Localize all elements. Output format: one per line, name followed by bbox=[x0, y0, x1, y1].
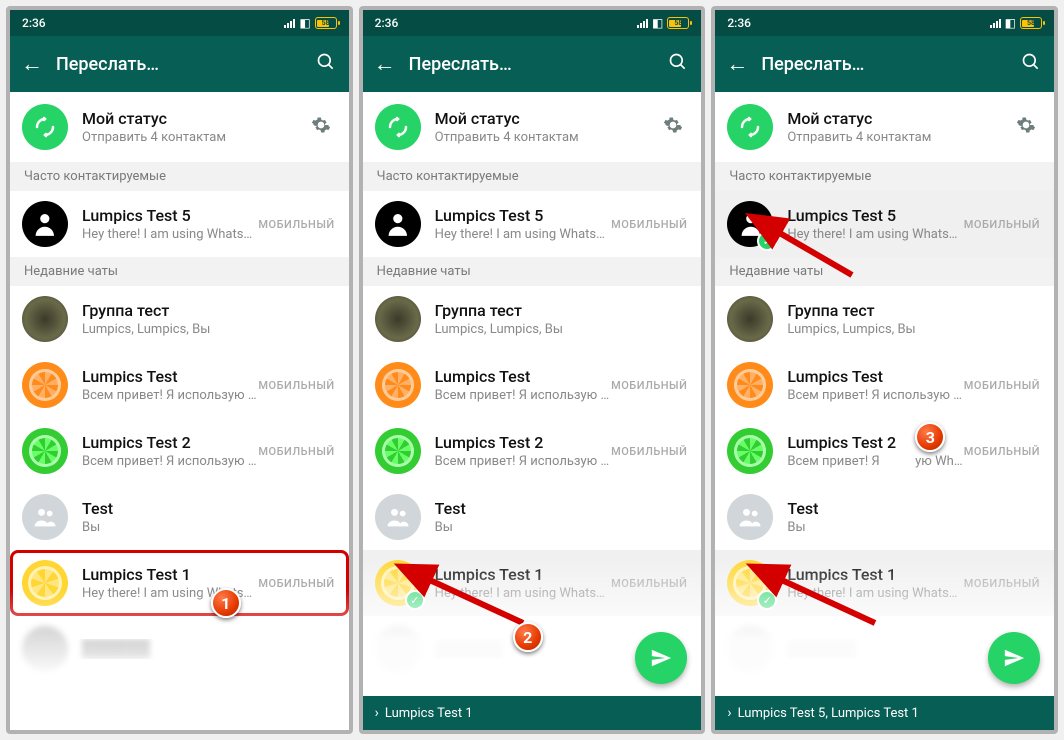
avatar bbox=[22, 560, 68, 606]
my-status-row[interactable]: Мой статус Отправить 4 контактам bbox=[715, 92, 1054, 162]
wifi-icon: ◧ bbox=[652, 16, 663, 30]
avatar bbox=[727, 296, 773, 342]
contact-lumpics2[interactable]: Lumpics Test 2 Всем привет! Я использую … bbox=[363, 418, 702, 484]
contact-lumpics[interactable]: Lumpics Test Всем привет! Я использую Wh… bbox=[363, 352, 702, 418]
selection-text: Lumpics Test 1 bbox=[385, 706, 473, 721]
my-status-subtitle: Отправить 4 контактам bbox=[82, 130, 307, 145]
search-icon[interactable] bbox=[663, 52, 693, 77]
avatar bbox=[375, 626, 421, 672]
contact-blurred: ██████ bbox=[10, 616, 349, 682]
battery-icon: 58 bbox=[667, 17, 689, 29]
avatar bbox=[375, 201, 421, 247]
signal-icon bbox=[284, 19, 295, 28]
avatar bbox=[727, 428, 773, 474]
contact-lumpics2[interactable]: Lumpics Test 2 Всем привет! Я использую … bbox=[10, 418, 349, 484]
check-icon: ✓ bbox=[757, 231, 777, 251]
avatar bbox=[727, 362, 773, 408]
section-frequent: Часто контактируемые bbox=[10, 162, 349, 191]
chevron-right-icon: › bbox=[727, 705, 731, 721]
send-button[interactable] bbox=[988, 632, 1040, 684]
avatar bbox=[727, 626, 773, 672]
section-recent: Недавние чаты bbox=[10, 257, 349, 286]
app-bar: ← Переслать… bbox=[363, 36, 702, 92]
send-button[interactable] bbox=[635, 632, 687, 684]
search-icon[interactable] bbox=[311, 52, 341, 77]
avatar: ✓ bbox=[375, 560, 421, 606]
contact-test[interactable]: Test Вы bbox=[363, 484, 702, 550]
my-status-row[interactable]: Мой статус Отправить 4 контактам bbox=[10, 92, 349, 162]
avatar bbox=[727, 494, 773, 540]
avatar bbox=[22, 494, 68, 540]
battery-icon: 58 bbox=[1020, 17, 1042, 29]
screen-1: 2:36 ◧ 58 ← Переслать… Мой статус Отправ… bbox=[6, 6, 353, 734]
status-bar: 2:36 ◧ 58 bbox=[715, 10, 1054, 36]
screen-2: 2:36 ◧ 58 ← Переслать… Мой статус Отправ… bbox=[359, 6, 706, 734]
settings-icon[interactable] bbox=[659, 115, 687, 140]
contact-lumpics[interactable]: Lumpics Test Всем привет! Я использую Wh… bbox=[715, 352, 1054, 418]
check-icon: ✓ bbox=[757, 590, 777, 610]
contact-group[interactable]: Группа тест Lumpics, Lumpics, Вы bbox=[363, 286, 702, 352]
screen-3: 2:36 ◧ 58 ← Переслать… Мой статус Отправ… bbox=[711, 6, 1058, 734]
contact-test5[interactable]: Lumpics Test 5 Hey there! I am using Wha… bbox=[363, 191, 702, 257]
avatar bbox=[22, 296, 68, 342]
search-icon[interactable] bbox=[1016, 52, 1046, 77]
avatar bbox=[22, 626, 68, 672]
my-status-row[interactable]: Мой статус Отправить 4 контактам bbox=[363, 92, 702, 162]
avatar: ✓ bbox=[727, 201, 773, 247]
signal-icon bbox=[637, 19, 648, 28]
status-avatar bbox=[727, 104, 773, 150]
contact-test5-selected[interactable]: ✓ Lumpics Test 5 Hey there! I am using W… bbox=[715, 191, 1054, 257]
contact-test1-highlighted[interactable]: Lumpics Test 1 Hey there! I am using Wha… bbox=[10, 550, 349, 616]
back-button[interactable]: ← bbox=[371, 51, 399, 77]
selection-text: Lumpics Test 5, Lumpics Test 1 bbox=[738, 706, 919, 721]
app-bar: ← Переслать… bbox=[10, 36, 349, 92]
contact-lumpics2[interactable]: Lumpics Test 2 Всем привет! Я ую WhatsAp… bbox=[715, 418, 1054, 484]
contact-test[interactable]: Test Вы bbox=[10, 484, 349, 550]
status-bar: 2:36 ◧ 58 bbox=[363, 10, 702, 36]
back-button[interactable]: ← bbox=[18, 51, 46, 77]
avatar bbox=[375, 494, 421, 540]
contact-test1-selected[interactable]: ✓ Lumpics Test 1 Hey there! I am using W… bbox=[363, 550, 702, 616]
avatar bbox=[22, 201, 68, 247]
selection-bar[interactable]: › Lumpics Test 5, Lumpics Test 1 bbox=[715, 696, 1054, 730]
avatar bbox=[375, 362, 421, 408]
settings-icon[interactable] bbox=[307, 115, 335, 140]
screen-title: Переслать… bbox=[46, 54, 311, 75]
status-avatar bbox=[375, 104, 421, 150]
avatar: ✓ bbox=[727, 560, 773, 606]
settings-icon[interactable] bbox=[1012, 115, 1040, 140]
wifi-icon: ◧ bbox=[299, 16, 310, 30]
status-time: 2:36 bbox=[22, 16, 46, 30]
check-icon: ✓ bbox=[405, 590, 425, 610]
contact-test5[interactable]: Lumpics Test 5 Hey there! I am using Wha… bbox=[10, 191, 349, 257]
avatar bbox=[375, 428, 421, 474]
app-bar: ← Переслать… bbox=[715, 36, 1054, 92]
avatar bbox=[375, 296, 421, 342]
contact-test[interactable]: Test Вы bbox=[715, 484, 1054, 550]
mobile-tag: МОБИЛЬНЫЙ bbox=[258, 218, 334, 231]
contact-group[interactable]: Группа тест Lumpics, Lumpics, Вы bbox=[10, 286, 349, 352]
avatar bbox=[22, 362, 68, 408]
selection-bar[interactable]: › Lumpics Test 1 bbox=[363, 696, 702, 730]
my-status-title: Мой статус bbox=[82, 109, 307, 128]
wifi-icon: ◧ bbox=[1005, 16, 1016, 30]
status-avatar bbox=[22, 104, 68, 150]
contact-lumpics[interactable]: Lumpics Test Всем привет! Я использую Wh… bbox=[10, 352, 349, 418]
battery-icon: 58 bbox=[315, 17, 337, 29]
contact-group[interactable]: Группа тест Lumpics, Lumpics, Вы bbox=[715, 286, 1054, 352]
signal-icon bbox=[990, 19, 1001, 28]
chevron-right-icon: › bbox=[375, 705, 379, 721]
contact-test1-selected[interactable]: ✓ Lumpics Test 1 Hey there! I am using W… bbox=[715, 550, 1054, 616]
back-button[interactable]: ← bbox=[723, 51, 751, 77]
status-bar: 2:36 ◧ 58 bbox=[10, 10, 349, 36]
avatar bbox=[22, 428, 68, 474]
